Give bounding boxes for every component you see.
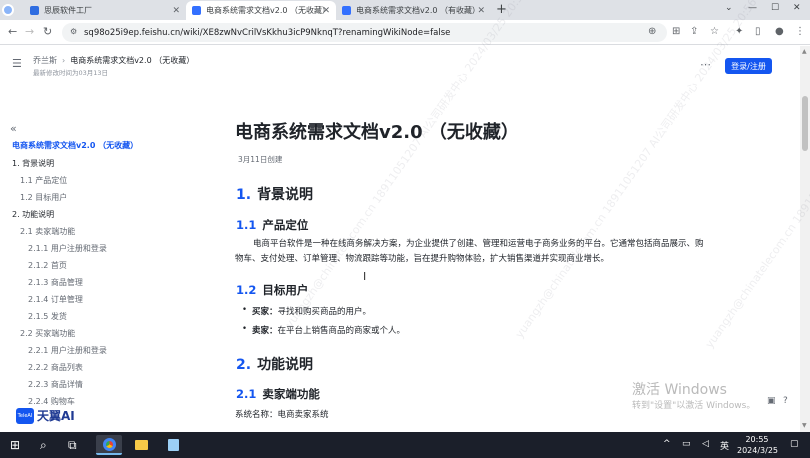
browser-menu-icon[interactable]: ⋮ (795, 26, 805, 37)
text-cursor-icon: I (363, 270, 367, 283)
windows-start-icon[interactable]: ⊞ (10, 438, 20, 452)
toc-item[interactable]: 2.2.3 商品详情 (28, 379, 83, 390)
feishu-favicon-icon (30, 6, 39, 15)
forward-icon[interactable]: → (25, 25, 34, 38)
close-tab-icon[interactable]: ✕ (322, 6, 330, 16)
doc-header: ☰ 乔兰斯 › 电商系统需求文档v2.0 （无收藏） 最新修改时间为03月13日 ⋯… (0, 46, 800, 86)
browser-tab-strip: 思辰软件工厂 ✕ 电商系统需求文档v2.0 （无收藏） ✕ 电商系统需求文档v2… (0, 0, 810, 20)
file-explorer-taskbar-icon[interactable] (128, 435, 154, 455)
tab-sichen[interactable]: 思辰软件工厂 ✕ (24, 1, 186, 20)
toc-sidebar: « 电商系统需求文档v2.0 （无收藏） 1. 背景说明 1.1 产品定位 1.… (0, 118, 180, 432)
clock-date: 2024/3/25 (737, 446, 779, 455)
reload-icon[interactable]: ↻ (43, 25, 52, 38)
maximize-icon[interactable]: ☐ (771, 3, 779, 13)
product-positioning-text: 电商平台软件是一种在线商务解决方案，为企业提供了创建、管理和运营电子商务业务的平… (235, 239, 704, 264)
back-icon[interactable]: ← (8, 25, 17, 38)
toc-doc-title[interactable]: 电商系统需求文档v2.0 （无收藏） (12, 140, 138, 151)
bullet-seller: 卖家：在平台上销售商品的商家或个人。 (242, 324, 405, 336)
toc-item[interactable]: 2.2.1 用户注册和登录 (28, 345, 107, 356)
heading-seller-features: 2.1 卖家端功能 (236, 387, 320, 401)
toc-item[interactable]: 1.2 目标用户 (20, 192, 67, 203)
breadcrumb-current: 电商系统需求文档v2.0 （无收藏） (70, 56, 195, 65)
minimize-icon[interactable]: — (748, 3, 757, 13)
chrome-taskbar-icon[interactable] (96, 435, 122, 455)
collapse-sidebar-icon[interactable]: « (10, 122, 17, 135)
toc-item[interactable]: 2.1.1 用户注册和登录 (28, 243, 107, 254)
tab-doc-no-favorite[interactable]: 电商系统需求文档v2.0 （无收藏） ✕ (186, 1, 336, 20)
toc-item[interactable]: 2.1.2 首页 (28, 260, 67, 271)
search-icon[interactable]: ⌕ (40, 438, 47, 453)
bookmark-star-icon[interactable]: ☆ (710, 26, 719, 37)
doc-title: 电商系统需求文档v2.0 （无收藏） (235, 122, 519, 143)
notification-icon[interactable]: ▢ (790, 439, 799, 449)
toc-item[interactable]: 1.1 产品定位 (20, 175, 67, 186)
activation-subtitle: 转到"设置"以激活 Windows。 (632, 401, 756, 411)
doc-created-date: 3月11日创建 (238, 155, 283, 164)
scroll-up-icon[interactable]: ▲ (802, 48, 807, 55)
toc-item[interactable]: 2.2 买家端功能 (20, 328, 75, 339)
zoom-icon[interactable]: ⊕ (648, 26, 656, 37)
system-name-text: 系统名称：电商卖家系统 (235, 410, 329, 420)
tab-doc-with-favorite[interactable]: 电商系统需求文档v2.0 （有收藏） ✕ (336, 1, 491, 20)
last-modified-text: 最新修改时间为03月13日 (33, 69, 109, 77)
toc-item[interactable]: 1. 背景说明 (12, 158, 54, 169)
extensions-icon[interactable]: ✦ (735, 26, 743, 37)
notepad-taskbar-icon[interactable] (160, 435, 186, 455)
chrome-icon (102, 437, 116, 451)
scroll-down-icon[interactable]: ▼ (802, 422, 807, 429)
close-tab-icon[interactable]: ✕ (477, 6, 485, 16)
teleai-badge-icon: TeleAI (16, 407, 34, 424)
toc-item[interactable]: 2.2.2 商品列表 (28, 362, 83, 373)
toc-item[interactable]: 2.1.4 订单管理 (28, 294, 83, 305)
network-icon[interactable]: ▭ (682, 439, 691, 449)
toc-item[interactable]: 2. 功能说明 (12, 209, 54, 220)
notepad-icon (167, 439, 179, 451)
heading-product-positioning: 1.1 产品定位 (236, 218, 309, 232)
toc-item[interactable]: 2.1.5 发货 (28, 311, 67, 322)
toc-item[interactable]: 2.1.3 商品管理 (28, 277, 83, 288)
tray-overflow-icon[interactable]: ^ (663, 439, 671, 449)
activation-title: 激活 Windows (632, 382, 727, 398)
share-icon[interactable]: ⇪ (690, 26, 698, 37)
close-window-icon[interactable]: ✕ (793, 3, 801, 13)
heading-features: 2. 功能说明 (236, 357, 314, 373)
toc-item[interactable]: 2.2.4 购物车 (28, 396, 75, 407)
breadcrumb-parent[interactable]: 乔兰斯 (33, 56, 57, 65)
doc-favicon-icon (192, 6, 201, 15)
help-icon[interactable]: ? (783, 396, 788, 406)
breadcrumb: 乔兰斯 › 电商系统需求文档v2.0 （无收藏） (33, 55, 194, 66)
input-method-indicator[interactable]: 英 (720, 439, 729, 452)
system-clock[interactable]: 20:55 2024/3/25 (737, 434, 779, 456)
tianyi-ai-logo: TeleAI 天翼AI (16, 407, 75, 424)
sidepanel-icon[interactable]: ▯ (755, 26, 761, 37)
login-register-button[interactable]: 登录/注册 (725, 58, 772, 74)
chevron-right-icon: › (62, 56, 66, 65)
menu-icon[interactable]: ☰ (12, 57, 22, 70)
close-tab-icon[interactable]: ✕ (172, 6, 180, 16)
heading-target-users: 1.2 目标用户 (236, 283, 309, 297)
volume-icon[interactable]: ◁ (702, 439, 709, 449)
feedback-icon[interactable]: ▣ (767, 396, 776, 406)
bullet-buyer: 买家：寻找和购买商品的用户。 (242, 305, 371, 317)
new-tab-button[interactable]: + (496, 2, 507, 17)
clock-time: 20:55 (745, 435, 769, 444)
windows-taskbar: ⊞ ⌕ ⧉ ^ ▭ ◁ 英 20:55 2024/3/25 ▢ (0, 432, 810, 458)
account-icon[interactable]: ● (775, 26, 784, 37)
more-options-icon[interactable]: ⋯ (700, 58, 711, 71)
site-info-icon[interactable]: ⚙ (70, 27, 77, 36)
heading-background: 1. 背景说明 (236, 187, 314, 203)
page-scrollbar[interactable]: ▲ ▼ (800, 46, 810, 432)
address-bar[interactable]: ⚙ sq98o25i9ep.feishu.cn/wiki/XE8zwNvCril… (62, 23, 667, 42)
scroll-thumb[interactable] (802, 96, 808, 151)
translate-icon[interactable]: ⊞ (672, 26, 680, 37)
toc-item[interactable]: 2.1 卖家端功能 (20, 226, 75, 237)
task-view-icon[interactable]: ⧉ (68, 438, 77, 453)
folder-icon (134, 440, 148, 450)
browser-profile-icon[interactable] (2, 4, 14, 16)
tab-search-icon[interactable]: ⌄ (725, 3, 733, 13)
browser-toolbar: ← → ↻ ⚙ sq98o25i9ep.feishu.cn/wiki/XE8zw… (0, 20, 810, 45)
doc-favicon-icon (342, 6, 351, 15)
